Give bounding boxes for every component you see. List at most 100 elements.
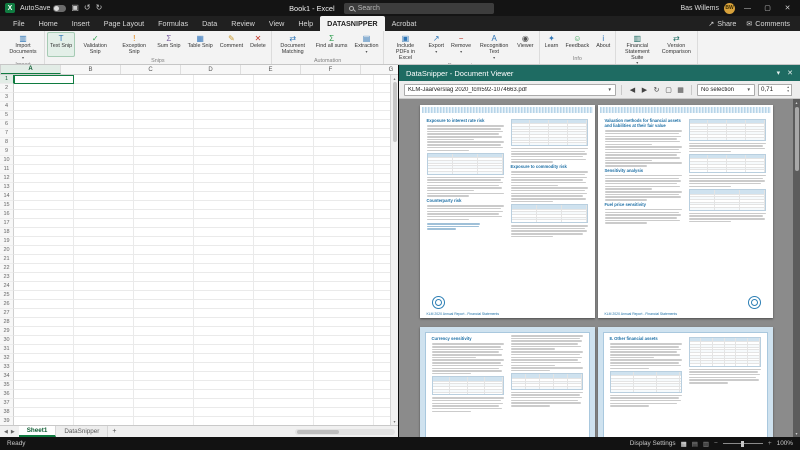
cell-C32[interactable] [134, 354, 194, 363]
cell-F2[interactable] [314, 84, 374, 93]
cell-G38[interactable] [374, 408, 390, 417]
zoom-spinner[interactable]: ▴▾ [787, 86, 789, 92]
cell-A9[interactable] [14, 147, 74, 156]
ribbon-button-viewer[interactable]: ◉Viewer [514, 32, 536, 62]
cell-E34[interactable] [254, 372, 314, 381]
document-scroll-thumb[interactable] [795, 107, 799, 171]
cell-A17[interactable] [14, 219, 74, 228]
cell-B4[interactable] [74, 102, 134, 111]
row-header-29[interactable]: 29 [0, 327, 14, 336]
cell-C37[interactable] [134, 399, 194, 408]
cell-B20[interactable] [74, 246, 134, 255]
row-header-37[interactable]: 37 [0, 399, 14, 408]
cell-D8[interactable] [194, 138, 254, 147]
cell-F4[interactable] [314, 102, 374, 111]
cell-B8[interactable] [74, 138, 134, 147]
cell-F35[interactable] [314, 381, 374, 390]
cell-A8[interactable] [14, 138, 74, 147]
cell-G39[interactable] [374, 417, 390, 425]
row-header-20[interactable]: 20 [0, 246, 14, 255]
cell-A16[interactable] [14, 210, 74, 219]
row-header-5[interactable]: 5 [0, 111, 14, 120]
cell-D6[interactable] [194, 120, 254, 129]
cell-F9[interactable] [314, 147, 374, 156]
cell-G10[interactable] [374, 156, 390, 165]
cell-A23[interactable] [14, 273, 74, 282]
row-header-4[interactable]: 4 [0, 102, 14, 111]
row-header-33[interactable]: 33 [0, 363, 14, 372]
cell-B25[interactable] [74, 291, 134, 300]
cell-A10[interactable] [14, 156, 74, 165]
cell-C36[interactable] [134, 390, 194, 399]
cell-F21[interactable] [314, 255, 374, 264]
cell-A27[interactable] [14, 309, 74, 318]
cell-D32[interactable] [194, 354, 254, 363]
vertical-scroll-thumb[interactable] [393, 82, 397, 142]
cell-G7[interactable] [374, 129, 390, 138]
row-header-8[interactable]: 8 [0, 138, 14, 147]
cell-E24[interactable] [254, 282, 314, 291]
cell-G35[interactable] [374, 381, 390, 390]
cell-A1[interactable] [14, 75, 74, 84]
ribbon-button-learn[interactable]: ✦Learn [542, 32, 562, 55]
row-header-35[interactable]: 35 [0, 381, 14, 390]
ribbon-button-feedback[interactable]: ☺Feedback [563, 32, 593, 55]
cell-B27[interactable] [74, 309, 134, 318]
cell-E16[interactable] [254, 210, 314, 219]
vertical-scrollbar[interactable]: ▴ ▾ [390, 75, 398, 425]
cell-G11[interactable] [374, 165, 390, 174]
cell-F18[interactable] [314, 228, 374, 237]
ribbon-button-find-all-sums[interactable]: ΣFind all sums [313, 32, 351, 57]
cell-E15[interactable] [254, 201, 314, 210]
cell-E32[interactable] [254, 354, 314, 363]
cell-D21[interactable] [194, 255, 254, 264]
cell-G20[interactable] [374, 246, 390, 255]
share-button[interactable]: ↗ Share [708, 19, 736, 28]
tab-acrobat[interactable]: Acrobat [385, 16, 424, 31]
cell-G12[interactable] [374, 174, 390, 183]
cell-G36[interactable] [374, 390, 390, 399]
column-header-e[interactable]: E [241, 65, 301, 74]
row-header-38[interactable]: 38 [0, 408, 14, 417]
cell-E35[interactable] [254, 381, 314, 390]
cell-E7[interactable] [254, 129, 314, 138]
document-select[interactable]: KLM-Jaarverslag 2020_tcm592-1074663.pdf … [404, 84, 616, 96]
cell-D23[interactable] [194, 273, 254, 282]
ribbon-button-text-snip[interactable]: TText Snip [47, 32, 75, 57]
cell-D39[interactable] [194, 417, 254, 425]
cell-D20[interactable] [194, 246, 254, 255]
row-header-2[interactable]: 2 [0, 84, 14, 93]
undo-icon[interactable]: ↺ [84, 4, 91, 12]
cell-B16[interactable] [74, 210, 134, 219]
row-header-36[interactable]: 36 [0, 390, 14, 399]
cell-G9[interactable] [374, 147, 390, 156]
cell-D10[interactable] [194, 156, 254, 165]
cell-F32[interactable] [314, 354, 374, 363]
tab-help[interactable]: Help [291, 16, 320, 31]
cell-E13[interactable] [254, 183, 314, 192]
cell-D15[interactable] [194, 201, 254, 210]
cell-F10[interactable] [314, 156, 374, 165]
cell-D1[interactable] [194, 75, 254, 84]
add-sheet-button[interactable]: + [108, 426, 120, 437]
zoom-level[interactable]: 100% [777, 440, 793, 447]
cell-A30[interactable] [14, 336, 74, 345]
cell-D33[interactable] [194, 363, 254, 372]
cell-E11[interactable] [254, 165, 314, 174]
tab-formulas[interactable]: Formulas [151, 16, 195, 31]
cell-G16[interactable] [374, 210, 390, 219]
cell-C26[interactable] [134, 300, 194, 309]
cell-F20[interactable] [314, 246, 374, 255]
cell-C35[interactable] [134, 381, 194, 390]
avatar[interactable]: BW [724, 3, 735, 14]
ribbon-button-financial-statement-suite[interactable]: ▥Financial Statement Suite▾ [618, 32, 656, 65]
cell-D31[interactable] [194, 345, 254, 354]
display-settings-label[interactable]: Display Settings [630, 440, 676, 447]
cell-E38[interactable] [254, 408, 314, 417]
cell-C3[interactable] [134, 93, 194, 102]
cell-A29[interactable] [14, 327, 74, 336]
cell-F15[interactable] [314, 201, 374, 210]
cell-A37[interactable] [14, 399, 74, 408]
row-header-32[interactable]: 32 [0, 354, 14, 363]
cell-A38[interactable] [14, 408, 74, 417]
